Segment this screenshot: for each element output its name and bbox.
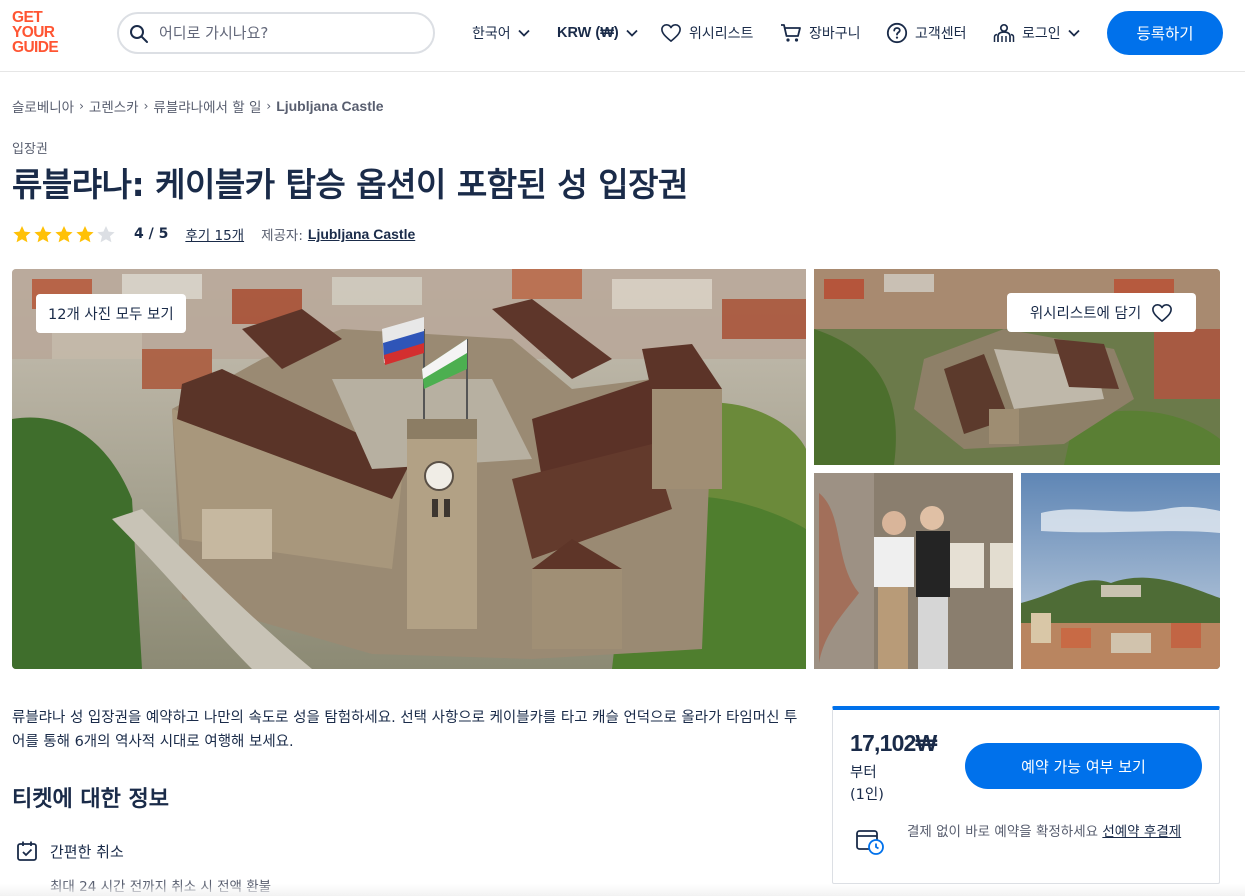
breadcrumb-separator-icon: › — [143, 99, 149, 113]
gallery-photo-visitors[interactable] — [814, 473, 1013, 669]
breadcrumb-separator-icon: › — [266, 99, 272, 113]
currency-selector[interactable]: KRW (₩) — [557, 20, 638, 46]
heart-icon — [661, 24, 681, 42]
cart-icon — [781, 24, 801, 42]
rating-score: 4 / 5 — [134, 226, 169, 242]
star-filled-icon — [55, 225, 73, 242]
check-availability-button[interactable]: 예약 가능 여부 보기 — [965, 743, 1202, 789]
site-header: GET YOUR GUIDE 한국어 KRW (₩) 위시리스트 장바구니 고객… — [0, 0, 1245, 72]
rating-stars — [12, 225, 116, 244]
price-per-person: (1인) — [850, 787, 884, 803]
language-selector[interactable]: 한국어 — [472, 20, 530, 46]
provider-link[interactable]: Ljubljana Castle — [308, 226, 415, 242]
getyourguide-logo[interactable]: GET YOUR GUIDE — [12, 10, 72, 56]
help-icon — [886, 22, 908, 44]
search-box[interactable] — [117, 12, 435, 54]
user-group-icon — [993, 23, 1015, 42]
breadcrumb-item[interactable]: 류블랴나에서 할 일 — [153, 96, 261, 116]
breadcrumb: 슬로베니아 › 고렌스카 › 류블랴나에서 할 일 › Ljubljana Castl… — [12, 96, 384, 116]
reserve-now-pay-later-link[interactable]: 선예약 후결제 — [1102, 824, 1181, 840]
calendar-clock-icon — [856, 830, 884, 855]
price: 17,102₩ — [850, 730, 937, 756]
breadcrumb-item[interactable]: 슬로베니아 — [12, 96, 74, 116]
add-to-wishlist-button[interactable]: 위시리스트에 담기 — [1007, 293, 1196, 332]
register-button[interactable]: 등록하기 — [1107, 11, 1223, 55]
help-center-link[interactable]: 고객센터 — [886, 20, 967, 46]
heart-icon — [1152, 303, 1173, 322]
feature-label: 간편한 취소 — [50, 842, 124, 861]
wishlist-link[interactable]: 위시리스트 — [660, 20, 753, 46]
page-title: 류블랴나: 케이블카 탑승 옵션이 포함된 성 입장권 — [12, 165, 688, 204]
product-description: 류블랴나 성 입장권을 예약하고 나만의 속도로 성을 탐험하세요. 선택 사항… — [12, 710, 798, 750]
rating-row: 4 / 5 후기 15개 제공자: Ljubljana Castle — [12, 223, 415, 245]
product-category: 입장권 — [12, 142, 48, 157]
gallery-photo-city-view[interactable] — [1021, 473, 1220, 669]
cart-link[interactable]: 장바구니 — [780, 20, 861, 46]
login-menu[interactable]: 로그인 — [993, 20, 1080, 46]
chevron-down-icon — [1068, 29, 1080, 37]
page-bottom-edge — [0, 884, 1245, 896]
star-filled-icon — [34, 225, 52, 242]
chevron-down-icon — [626, 29, 638, 37]
star-empty-icon — [97, 225, 115, 242]
price-from-label: 부터 — [850, 765, 877, 781]
breadcrumb-separator-icon: › — [79, 99, 84, 113]
view-all-photos-button[interactable]: 12개 사진 모두 보기 — [36, 294, 186, 333]
chevron-down-icon — [518, 29, 530, 37]
free-cancellation-feature: 간편한 취소 — [16, 840, 124, 862]
breadcrumb-current[interactable]: Ljubljana Castle — [276, 98, 383, 114]
breadcrumb-item[interactable]: 고렌스카 — [89, 96, 139, 116]
star-filled-icon — [13, 225, 31, 242]
reserve-now-pay-later-note: 결제 없이 바로 예약을 확정하세요 선예약 후결제 — [907, 824, 1182, 840]
search-input[interactable] — [159, 21, 419, 45]
reviews-link[interactable]: 후기 15개 — [185, 224, 244, 244]
booking-card: 17,102₩ 부터 (1인) 예약 가능 여부 보기 결제 없이 바로 예약을… — [832, 706, 1220, 884]
calendar-check-icon — [17, 841, 37, 861]
ticket-info-title: 티켓에 대한 정보 — [12, 787, 169, 812]
search-icon — [130, 25, 148, 43]
provider-label: 제공자: — [261, 228, 303, 244]
star-filled-icon — [76, 225, 94, 242]
